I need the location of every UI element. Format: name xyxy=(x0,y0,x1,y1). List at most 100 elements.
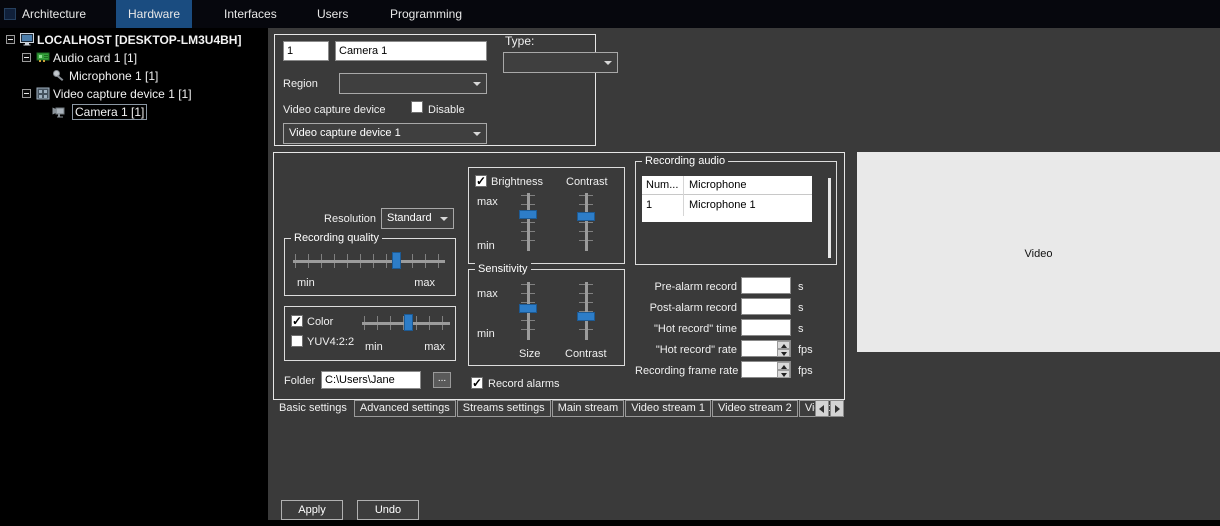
device-info-panel: Region Video capture device Disable Vide… xyxy=(274,34,596,146)
disable-label: Disable xyxy=(428,104,465,116)
resolution-select[interactable]: Standard xyxy=(381,208,454,229)
browse-button[interactable]: ... xyxy=(433,372,451,388)
disable-checkbox[interactable] xyxy=(411,101,423,113)
sensitivity-size-slider[interactable] xyxy=(517,282,539,340)
color-slider[interactable] xyxy=(362,313,450,333)
tab-video-stream-2[interactable]: Video stream 2 xyxy=(712,400,798,417)
spin-down-icon[interactable] xyxy=(777,349,790,357)
menu-hardware[interactable]: Hardware xyxy=(116,0,193,28)
group-title: Sensitivity xyxy=(475,262,531,276)
recording-audio-group: Recording audio Num... Microphone 1 Microp… xyxy=(635,154,837,265)
apply-button[interactable]: Apply xyxy=(281,500,343,520)
collapse-icon[interactable] xyxy=(22,53,31,62)
tab-main-stream[interactable]: Main stream xyxy=(551,400,625,417)
camera-settings-panel: Resolution Standard Recording quality mi… xyxy=(273,152,845,400)
hot-record-time-label: "Hot record" time xyxy=(654,323,737,335)
cell-num: 1 xyxy=(642,195,684,216)
column-header-microphone: Microphone xyxy=(689,179,747,191)
folder-label: Folder xyxy=(284,375,316,387)
menu-architecture[interactable]: Architecture xyxy=(10,0,98,28)
min-label: min xyxy=(297,277,315,289)
tree-node-localhost[interactable]: LOCALHOST [DESKTOP-LM3U4BH] xyxy=(0,31,268,49)
slider-thumb[interactable] xyxy=(519,304,537,314)
column-header-num: Num... xyxy=(642,176,684,195)
resolution-value: Standard xyxy=(387,212,432,224)
color-checkbox[interactable] xyxy=(291,314,303,328)
chevron-down-icon xyxy=(473,132,481,136)
tab-scroll-right-button[interactable] xyxy=(830,400,844,417)
spin-up-icon[interactable] xyxy=(777,341,790,349)
region-select[interactable] xyxy=(339,73,487,94)
unit-label: s xyxy=(798,281,804,293)
bottom-bar xyxy=(0,520,1220,526)
menu-programming[interactable]: Programming xyxy=(378,0,474,28)
recording-quality-slider[interactable] xyxy=(293,251,445,271)
menu-interfaces[interactable]: Interfaces xyxy=(212,0,289,28)
menu-users[interactable]: Users xyxy=(305,0,360,28)
unit-label: fps xyxy=(798,344,813,356)
video-preview-label: Video xyxy=(1024,248,1053,260)
slider-thumb[interactable] xyxy=(577,212,595,222)
table-row[interactable]: 1 Microphone 1 xyxy=(642,195,812,216)
group-title: Recording quality xyxy=(291,231,382,245)
tree-label-microphone[interactable]: Microphone 1 [1] xyxy=(69,69,158,83)
folder-input[interactable] xyxy=(321,371,421,389)
application-window: Architecture Hardware Interfaces Users P… xyxy=(0,0,1220,526)
slider-thumb[interactable] xyxy=(392,252,402,269)
contrast-label: Contrast xyxy=(566,176,608,188)
spin-up-icon[interactable] xyxy=(777,362,790,370)
min-label: min xyxy=(477,328,495,340)
brightness-slider[interactable] xyxy=(517,193,539,251)
capture-device-label: Video capture device xyxy=(283,104,386,116)
slider-thumb[interactable] xyxy=(519,209,537,219)
tree-node-video-capture[interactable]: Video capture device 1 [1] xyxy=(0,85,268,103)
slider-thumb[interactable] xyxy=(403,314,413,331)
tree-node-audio-card[interactable]: Audio card 1 [1] xyxy=(0,49,268,67)
camera-icon xyxy=(52,105,66,118)
chevron-down-icon xyxy=(604,61,612,65)
yuv-checkbox[interactable] xyxy=(291,335,303,347)
collapse-icon[interactable] xyxy=(22,89,31,98)
table-header: Num... Microphone xyxy=(642,176,812,195)
slider-track xyxy=(585,193,588,251)
brightness-contrast-group: Brightness Contrast max min xyxy=(468,167,625,264)
hot-record-rate-spinner[interactable] xyxy=(777,341,790,357)
tree-label-camera[interactable]: Camera 1 [1] xyxy=(72,104,148,120)
pre-alarm-record-input[interactable] xyxy=(741,277,791,294)
device-number-input[interactable] xyxy=(283,41,329,61)
capture-device-select[interactable]: Video capture device 1 xyxy=(283,123,487,144)
recording-frame-rate-label: Recording frame rate xyxy=(635,365,739,377)
tab-advanced-settings[interactable]: Advanced settings xyxy=(353,400,456,417)
tab-scroll-left-button[interactable] xyxy=(815,400,829,417)
capture-device-value: Video capture device 1 xyxy=(289,127,401,139)
contrast-slider[interactable] xyxy=(575,193,597,251)
slider-thumb[interactable] xyxy=(577,311,595,321)
tree-node-camera[interactable]: Camera 1 [1] xyxy=(0,103,268,121)
post-alarm-record-input[interactable] xyxy=(741,298,791,315)
table-scrollbar[interactable] xyxy=(828,178,831,258)
tab-video-stream-1[interactable]: Video stream 1 xyxy=(625,400,712,417)
type-label: Type: xyxy=(505,34,535,48)
max-label: max xyxy=(414,277,435,289)
brightness-checkbox[interactable] xyxy=(475,174,487,188)
pre-alarm-record-label: Pre-alarm record xyxy=(654,281,737,293)
tree-label-audio-card[interactable]: Audio card 1 [1] xyxy=(53,51,137,65)
spin-down-icon[interactable] xyxy=(777,370,790,378)
type-select[interactable] xyxy=(503,52,618,73)
tree-label-video-capture[interactable]: Video capture device 1 [1] xyxy=(53,87,192,101)
record-alarms-checkbox[interactable] xyxy=(471,376,483,390)
hot-record-time-input[interactable] xyxy=(741,319,791,336)
recording-frame-rate-spinner[interactable] xyxy=(777,362,790,378)
device-name-input[interactable] xyxy=(335,41,487,61)
tree-node-microphone[interactable]: Microphone 1 [1] xyxy=(0,67,268,85)
undo-button[interactable]: Undo xyxy=(357,500,419,520)
sensitivity-contrast-slider[interactable] xyxy=(575,282,597,340)
tree-label-localhost[interactable]: LOCALHOST [DESKTOP-LM3U4BH] xyxy=(37,33,241,47)
tab-basic-settings[interactable]: Basic settings xyxy=(273,400,353,417)
collapse-icon[interactable] xyxy=(6,35,15,44)
size-label: Size xyxy=(519,348,541,360)
recording-audio-table[interactable]: Num... Microphone 1 Microphone 1 xyxy=(642,176,812,222)
recording-quality-group: Recording quality min max xyxy=(284,231,456,296)
tab-streams-settings[interactable]: Streams settings xyxy=(456,400,551,417)
max-label: max xyxy=(477,196,498,208)
